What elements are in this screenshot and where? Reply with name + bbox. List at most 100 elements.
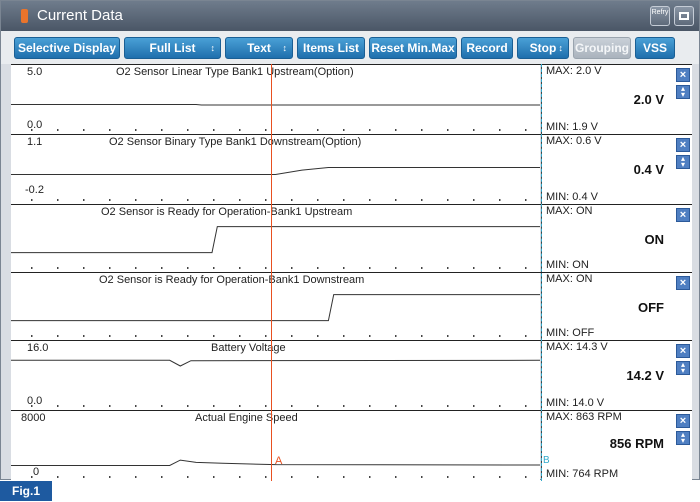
min-value: MIN: 0.4 V (546, 191, 598, 203)
refresh-icon: Refry (651, 9, 669, 16)
trace-svg (11, 459, 540, 478)
x-tick (265, 267, 267, 269)
x-tick (187, 267, 189, 269)
x-tick (499, 405, 501, 407)
x-tick (291, 476, 293, 478)
x-tick (343, 405, 345, 407)
x-tick (213, 267, 215, 269)
scale-icon[interactable]: ▴ ▾ (676, 85, 690, 99)
x-tick (213, 335, 215, 337)
scale-icon[interactable]: ▴ ▾ (676, 361, 690, 375)
items-list-label: Items List (302, 41, 359, 55)
x-tick (239, 405, 241, 407)
x-tick (31, 335, 33, 337)
x-tick (161, 199, 163, 201)
signal-trace (11, 226, 540, 254)
close-icon[interactable]: × (676, 414, 690, 428)
grouping-label: Grouping (575, 41, 629, 55)
x-tick (473, 129, 475, 131)
record-label: Record (466, 41, 508, 55)
x-tick (31, 129, 33, 131)
x-tick (57, 267, 59, 269)
x-tick (291, 405, 293, 407)
text-button[interactable]: Text ↕ (225, 37, 293, 59)
reset-min-max-button[interactable]: Reset Min.Max (369, 37, 457, 59)
x-tick (369, 335, 371, 337)
x-tick (369, 129, 371, 131)
x-tick (265, 405, 267, 407)
x-tick (317, 335, 319, 337)
x-tick (473, 405, 475, 407)
current-value: 856 RPM (609, 436, 664, 451)
panel-o2-binary-downstream[interactable]: 1.1 -0.2 O2 Sensor Binary Type Bank1 Dow… (11, 134, 692, 204)
x-tick (213, 129, 215, 131)
x-tick (317, 476, 319, 478)
max-value: MAX: 0.6 V (546, 135, 602, 147)
x-tick (135, 199, 137, 201)
vss-button[interactable]: VSS (635, 37, 675, 59)
x-tick (343, 199, 345, 201)
up-down-icon: ↕ (210, 43, 216, 53)
close-icon[interactable]: × (676, 138, 690, 152)
max-value: MAX: ON (546, 273, 593, 285)
x-tick (525, 335, 527, 337)
x-tick (187, 129, 189, 131)
close-icon[interactable]: × (676, 68, 690, 82)
x-tick (109, 405, 111, 407)
x-tick (317, 199, 319, 201)
current-value: 14.2 V (626, 368, 664, 383)
x-tick (161, 267, 163, 269)
panel-engine-speed[interactable]: 8000 0 Actual Engine Speed MAX: 863 RPM … (11, 410, 692, 481)
stop-button[interactable]: Stop ↕ (517, 37, 569, 59)
x-tick (187, 335, 189, 337)
grouping-button: Grouping (573, 37, 631, 59)
panel-o2-ready-upstream[interactable]: O2 Sensor is Ready for Operation-Bank1 U… (11, 204, 692, 272)
x-tick (213, 405, 215, 407)
items-list-button[interactable]: Items List ↕ (297, 37, 365, 59)
selective-display-button[interactable]: Selective Display ↕ (14, 37, 120, 59)
x-tick (265, 476, 267, 478)
panel-o2-linear-upstream[interactable]: 5.0 0.0 O2 Sensor Linear Type Bank1 Upst… (11, 64, 692, 134)
x-tick (57, 476, 59, 478)
x-tick (83, 335, 85, 337)
x-tick (161, 476, 163, 478)
x-tick (31, 476, 33, 478)
x-tick (57, 129, 59, 131)
x-tick (421, 335, 423, 337)
x-tick (213, 476, 215, 478)
graph-area: 1.1 -0.2 O2 Sensor Binary Type Bank1 Dow… (11, 135, 540, 204)
x-tick (369, 405, 371, 407)
window-icon (679, 12, 689, 20)
x-tick (473, 267, 475, 269)
cursor-a-line[interactable] (271, 64, 272, 481)
x-tick (395, 476, 397, 478)
x-tick (291, 267, 293, 269)
record-button[interactable]: Record (461, 37, 513, 59)
value-panel: MAX: 863 RPM 856 RPM MIN: 764 RPM × ▴ ▾ (541, 411, 692, 481)
close-icon[interactable]: × (676, 208, 690, 222)
current-value: ON (644, 232, 665, 247)
window-title: Current Data (37, 7, 123, 24)
x-tick (135, 335, 137, 337)
x-tick (291, 335, 293, 337)
window-mode-button[interactable] (674, 6, 694, 26)
refresh-button[interactable]: Refry (650, 6, 670, 26)
reset-min-max-label: Reset Min.Max (371, 41, 455, 55)
panel-o2-ready-downstream[interactable]: O2 Sensor is Ready for Operation-Bank1 D… (11, 272, 692, 340)
x-tick (343, 335, 345, 337)
signal-trace (11, 167, 540, 175)
panel-battery-voltage[interactable]: 16.0 0.0 Battery Voltage MAX: 14.3 V 14.… (11, 340, 692, 410)
cursor-b-label: B (543, 455, 550, 466)
x-tick (265, 129, 267, 131)
x-tick (317, 405, 319, 407)
scale-icon[interactable]: ▴ ▾ (676, 431, 690, 445)
x-tick (109, 335, 111, 337)
scale-icon[interactable]: ▴ ▾ (676, 155, 690, 169)
x-tick (421, 129, 423, 131)
x-tick (525, 405, 527, 407)
cursor-b-line[interactable] (541, 64, 542, 481)
graph-area: O2 Sensor is Ready for Operation-Bank1 D… (11, 273, 540, 340)
full-list-button[interactable]: Full List ↕ (124, 37, 221, 59)
close-icon[interactable]: × (676, 344, 690, 358)
close-icon[interactable]: × (676, 276, 690, 290)
